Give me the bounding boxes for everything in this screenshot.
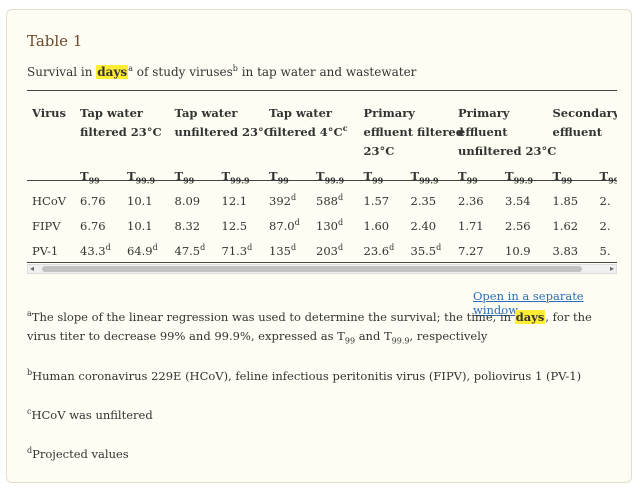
table-cell: 6.76	[80, 219, 106, 233]
table-title: Table 1	[27, 32, 83, 50]
table-cell: 35.5d	[410, 243, 442, 258]
column-header: Tap water filtered 23°C	[80, 106, 162, 139]
scrollbar-thumb[interactable]	[42, 266, 582, 272]
column-header: Primary effluent unfiltered 23°C	[458, 106, 557, 158]
table-cell: 6.76	[80, 194, 106, 208]
column-header: Tap water unfiltered 23°C	[174, 106, 273, 139]
column-header: Primary effluent filtered 23°C	[363, 106, 464, 158]
row-virus-label: PV-1	[32, 244, 59, 258]
subheader-t999: T99.9	[599, 169, 618, 186]
table-cell: 43.3d	[80, 243, 111, 258]
subheader-t99: T99	[552, 169, 573, 186]
table-cell: 588d	[316, 193, 344, 208]
footnote-d: dProjected values	[27, 446, 129, 461]
table-cell: 47.5d	[174, 243, 206, 258]
table-cell: 1.85	[552, 194, 579, 208]
table-cell: 2.56	[505, 219, 531, 233]
subheader-t999: T99.9	[410, 169, 439, 186]
column-header: Secondary effluent	[552, 106, 618, 139]
table-top-rule	[27, 90, 617, 91]
table-cell: 135d	[269, 243, 297, 258]
footnote-b: bHuman coronavirus 229E (HCoV), feline i…	[27, 368, 582, 383]
table-cell: 12.1	[221, 194, 248, 208]
table-cell: 1.57	[363, 194, 390, 208]
table-cell: 71.3d	[221, 243, 253, 258]
column-header: Tap water filtered 4°Cc	[269, 106, 348, 139]
scroll-left-arrow[interactable]: ◂	[30, 264, 34, 273]
data-table[interactable]: Virus Tap water filtered 23°C T99 T99.9 Tap …	[27, 90, 617, 272]
table-cell: 8.32	[174, 219, 201, 233]
row-virus-label: FIPV	[32, 219, 61, 233]
table-cell: 2.	[599, 194, 611, 208]
table-cell: 3.54	[505, 194, 531, 208]
table-panel: Table 1 Survival in daysa of study virus…	[6, 9, 632, 483]
table-cell: 2.	[599, 219, 611, 233]
table-cell: 1.62	[552, 219, 579, 233]
table-cell: 2.36	[458, 194, 484, 208]
table-cell: 2.40	[410, 219, 437, 233]
table-cell: 87.0d	[269, 218, 300, 233]
subheader-t99: T99	[80, 169, 100, 186]
subheader-t999: T99.9	[221, 169, 250, 186]
table-caption: Survival in daysa of study virusesb in t…	[27, 64, 417, 79]
horizontal-scrollbar[interactable]: ◂ ▸	[27, 264, 617, 274]
table-cell: 1.60	[363, 219, 390, 233]
footnote-a: aThe slope of the linear regression was …	[27, 309, 592, 346]
table-cell: 10.9	[505, 244, 531, 258]
table-cell: 64.9d	[127, 243, 158, 258]
table-bottom-rule	[27, 262, 617, 263]
subheader-t99: T99	[458, 169, 478, 186]
table-cell: 392d	[269, 193, 297, 208]
table-cell: 2.35	[410, 194, 437, 208]
subheader-t999: T99.9	[127, 169, 156, 186]
subheader-t99: T99	[269, 169, 289, 186]
table-cell: 203d	[316, 243, 344, 258]
table-cell: 10.1	[127, 194, 153, 208]
highlight-days: days	[96, 65, 129, 79]
table-cell: 12.5	[221, 219, 248, 233]
table-cell: 23.6d	[363, 243, 395, 258]
row-virus-label: HCoV	[32, 194, 67, 208]
subheader-t999: T99.9	[505, 169, 534, 186]
table-cell: 1.71	[458, 219, 484, 233]
table-cell: 8.09	[174, 194, 201, 208]
table-cell: 7.27	[458, 244, 484, 258]
table-cell: 10.1	[127, 219, 153, 233]
subheader-t99: T99	[174, 169, 195, 186]
subheader-t999: T99.9	[316, 169, 345, 186]
footnote-c: cHCoV was unfiltered	[27, 407, 153, 422]
table-cell: 5.	[599, 244, 611, 258]
subheader-t99: T99	[363, 169, 384, 186]
table-cell: 3.83	[552, 244, 579, 258]
scroll-right-arrow[interactable]: ▸	[610, 264, 614, 273]
table-cell: 130d	[316, 218, 344, 233]
virus-header: Virus	[32, 106, 66, 120]
